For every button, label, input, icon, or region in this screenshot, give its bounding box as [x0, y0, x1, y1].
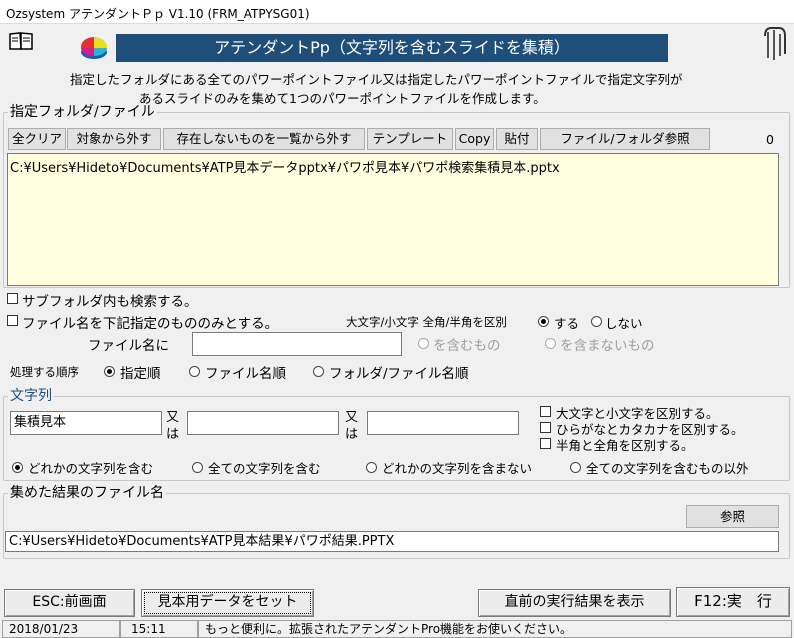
width-distinguish-checkbox[interactable] [540, 438, 551, 449]
result-path-input[interactable]: C:¥Users¥Hideto¥Documents¥ATP見本結果¥パワポ結果.… [5, 531, 779, 552]
kana-distinguish-checkbox[interactable] [540, 422, 551, 433]
filename-only-label: ファイル名を下記指定のもののみとする。 [22, 316, 279, 332]
match-any-label: どれかの文字列を含む [28, 461, 154, 476]
match-not-any-label: どれかの文字列を含まない [382, 461, 533, 476]
match-not-any-radio[interactable] [366, 462, 377, 473]
contains-radio[interactable] [418, 338, 429, 349]
sample-data-button[interactable]: 見本用データをセット [141, 589, 314, 617]
or-label-2-bottom: は [345, 427, 359, 442]
case-yes-label: する [554, 316, 580, 331]
contains-label: を含むもの [433, 338, 501, 354]
folder-file-group-label: 指定フォルダ/ファイル [8, 104, 157, 120]
order-specified-radio[interactable] [104, 366, 115, 377]
window-title-bar: Ozsystem アテンダントＰｐ V1.10 (FRM_ATPYSG01) [0, 0, 794, 24]
subfolder-checkbox[interactable] [7, 293, 18, 304]
match-all-radio[interactable] [192, 462, 203, 473]
not-contains-label: を含まないもの [560, 338, 655, 354]
case-no-label: しない [605, 316, 643, 331]
order-folder-filename-label: フォルダ/ファイル名順 [329, 366, 469, 382]
file-folder-browse-button[interactable]: ファイル/フォルダ参照 [540, 128, 710, 150]
filename-field-label: ファイル名に [88, 338, 169, 354]
subfolder-label: サブフォルダ内も検索する。 [22, 294, 198, 310]
case-distinguish-checkbox[interactable] [540, 406, 551, 417]
case-no-radio[interactable] [591, 316, 602, 327]
show-previous-result-button[interactable]: 直前の実行結果を表示 [478, 589, 671, 617]
order-folder-filename-radio[interactable] [313, 366, 324, 377]
not-contains-radio[interactable] [545, 338, 556, 349]
search-string-2-input[interactable] [187, 411, 339, 435]
file-list[interactable]: C:¥Users¥Hideto¥Documents¥ATP見本データpptx¥パ… [7, 153, 779, 286]
match-all-label: 全ての文字列を含む [208, 461, 321, 476]
filename-only-checkbox[interactable] [7, 315, 18, 326]
string-group-label: 文字列 [8, 388, 54, 404]
status-time: 15:11 [120, 620, 198, 638]
result-browse-button[interactable]: 参照 [686, 505, 779, 528]
match-not-all-label: 全ての文字列を含むもの以外 [586, 461, 749, 476]
search-string-3-input[interactable] [367, 411, 519, 435]
match-not-all-radio[interactable] [570, 462, 581, 473]
result-file-group-label: 集めた結果のファイル名 [8, 485, 166, 501]
remove-missing-button[interactable]: 存在しないものを一覧から外す [163, 128, 365, 150]
banner-text: アテンダントPp（文字列を含むスライドを集積） [214, 38, 570, 57]
status-message: もっと便利に。拡張されたアテンダントPro機能をお使いください。 [198, 620, 792, 638]
copy-button[interactable]: Copy [455, 128, 494, 150]
banner-title: アテンダントPp（文字列を含むスライドを集積） [116, 34, 668, 62]
filename-input[interactable] [192, 332, 402, 356]
description-line2: あるスライドのみを集めて1つのパワーポイントファイルを作成します。 [139, 91, 546, 106]
order-label: 処理する順序 [10, 365, 79, 379]
description-line1: 指定したフォルダにある全てのパワーポイントファイル又は指定したパワーポイントファ… [70, 72, 683, 87]
case-yes-radio[interactable] [538, 316, 549, 327]
case-sensitive-label: 大文字/小文字 全角/半角を区別 [346, 315, 507, 329]
order-filename-radio[interactable] [189, 366, 200, 377]
esc-back-button[interactable]: ESC:前画面 [4, 589, 135, 617]
match-any-radio[interactable] [12, 462, 23, 473]
run-button[interactable]: F12:実 行 [676, 587, 790, 617]
or-label-1-bottom: は [166, 427, 180, 442]
order-specified-label: 指定順 [120, 366, 161, 382]
book-icon[interactable] [8, 30, 34, 52]
file-count: 0 [766, 132, 774, 147]
width-distinguish-label: 半角と全角を区別する。 [556, 438, 694, 453]
paste-button[interactable]: 貼付 [496, 128, 538, 150]
paperclip-icon[interactable] [760, 26, 790, 64]
file-list-item[interactable]: C:¥Users¥Hideto¥Documents¥ATP見本データpptx¥パ… [10, 157, 560, 176]
window-title: Ozsystem アテンダントＰｐ V1.10 (FRM_ATPYSG01) [6, 7, 310, 21]
search-string-1-input[interactable]: 集積見本 [10, 411, 162, 435]
pie-chart-icon [78, 34, 110, 62]
status-date: 2018/01/23 [2, 620, 120, 638]
exclude-button[interactable]: 対象から外す [67, 128, 161, 150]
template-button[interactable]: テンプレート [367, 128, 453, 150]
order-filename-label: ファイル名順 [205, 366, 286, 382]
clear-all-button[interactable]: 全クリア [8, 128, 66, 150]
